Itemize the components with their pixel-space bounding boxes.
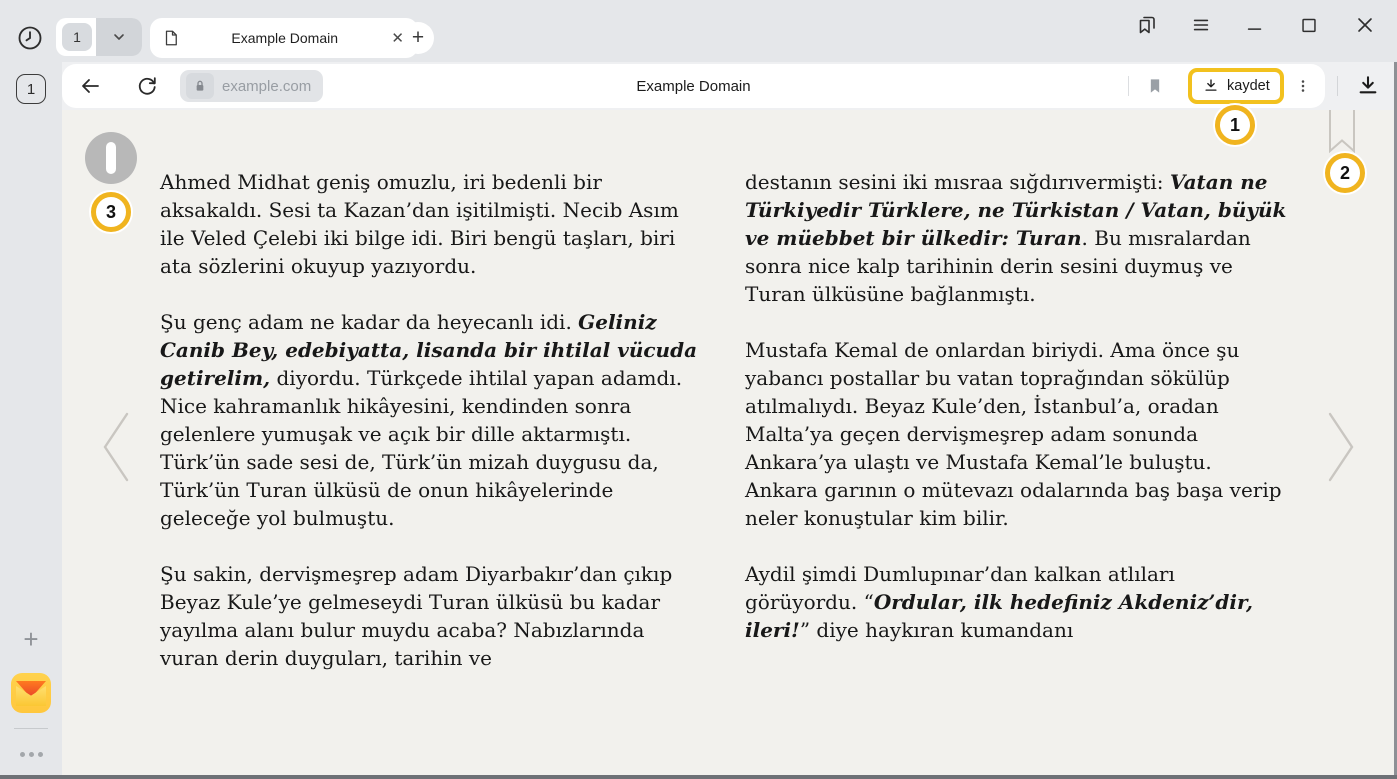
maximize-icon	[1298, 14, 1320, 36]
tab-group-expand-button[interactable]	[96, 18, 142, 56]
page-icon	[162, 29, 180, 47]
sidebar-add-button[interactable]: +	[0, 624, 62, 655]
downloads-separator	[1337, 76, 1338, 96]
reader-paragraph: Mustafa Kemal de onlardan biriydi. Ama ö…	[745, 336, 1290, 532]
reader-paragraph: Şu sakin, dervişmeşrep adam Diyarbakır’d…	[160, 560, 705, 672]
chevron-down-icon	[111, 29, 127, 45]
reader-paragraph: Aydil şimdi Dumlupınar’dan kalkan atlıla…	[745, 560, 1290, 644]
reader-column-right: destanın sesini iki mısraa sığdırıvermiş…	[745, 168, 1290, 672]
history-button[interactable]	[16, 24, 44, 52]
sidebar-more-button[interactable]	[0, 752, 62, 757]
kebab-menu-icon	[1294, 77, 1312, 95]
menu-button[interactable]	[1188, 12, 1214, 38]
tab-group-pill[interactable]: 1	[56, 18, 142, 56]
reload-button[interactable]	[133, 74, 161, 98]
url-text: example.com	[222, 78, 311, 95]
listen-button[interactable]	[85, 132, 137, 184]
reader-paragraph: Şu genç adam ne kadar da heyecanlı idi. …	[160, 308, 705, 532]
mail-app-icon[interactable]	[11, 673, 51, 713]
sidebar-divider	[14, 728, 48, 729]
more-options-button[interactable]	[1293, 74, 1313, 98]
tab-group-counter: 1	[62, 23, 92, 51]
reload-icon	[135, 74, 159, 98]
back-arrow-icon	[78, 74, 102, 98]
bookmark-button[interactable]	[1142, 74, 1168, 98]
download-icon	[1202, 77, 1220, 95]
next-page-chevron[interactable]	[1321, 410, 1361, 484]
collections-button[interactable]	[1134, 12, 1160, 38]
minimize-icon	[1244, 14, 1266, 36]
collections-icon	[1135, 13, 1159, 37]
downloads-icon	[1355, 73, 1381, 99]
close-icon	[1353, 13, 1377, 37]
tab-bar: 1 Example Domain ✕ +	[0, 0, 1397, 62]
previous-page-chevron[interactable]	[96, 410, 136, 484]
browser-window: 1 Example Domain ✕ +	[0, 0, 1397, 779]
sidebar-tab-counter[interactable]: 1	[16, 74, 46, 104]
minimize-button[interactable]	[1242, 12, 1268, 38]
bookmark-icon	[1145, 76, 1165, 96]
url-bar[interactable]: example.com	[180, 70, 323, 102]
reader-paragraph: Ahmed Midhat geniş omuzlu, iri bedenli b…	[160, 168, 705, 280]
new-tab-button[interactable]: +	[402, 22, 434, 54]
toolbar-row: example.com Example Domain kaydet	[62, 62, 1397, 110]
reader-column-left: Ahmed Midhat geniş omuzlu, iri bedenli b…	[160, 168, 705, 700]
close-window-button[interactable]	[1352, 12, 1378, 38]
left-sidebar: 1 +	[0, 62, 62, 775]
reader-bookmark-ribbon[interactable]	[1328, 110, 1356, 154]
tab-title: Example Domain	[180, 30, 389, 46]
back-button[interactable]	[76, 74, 104, 98]
annotation-badge-2: 2	[1325, 153, 1365, 193]
downloads-button[interactable]	[1354, 73, 1382, 99]
clock-icon	[16, 24, 44, 52]
listen-button-bar-icon	[106, 142, 116, 174]
save-button[interactable]: kaydet	[1188, 68, 1284, 104]
reader-content: Ahmed Midhat geniş omuzlu, iri bedenli b…	[62, 110, 1394, 775]
hamburger-menu-icon	[1190, 14, 1212, 36]
tab-example-domain[interactable]: Example Domain ✕	[150, 18, 418, 58]
save-button-label: kaydet	[1227, 78, 1270, 94]
maximize-button[interactable]	[1296, 12, 1322, 38]
annotation-badge-1: 1	[1215, 105, 1255, 145]
lock-icon[interactable]	[186, 73, 214, 99]
annotation-badge-3: 3	[91, 192, 131, 232]
window-edge-bottom	[0, 775, 1397, 779]
reader-paragraph: destanın sesini iki mısraa sığdırıvermiş…	[745, 168, 1290, 308]
toolbar-separator	[1128, 76, 1129, 96]
address-toolbar: example.com Example Domain kaydet	[62, 64, 1325, 108]
